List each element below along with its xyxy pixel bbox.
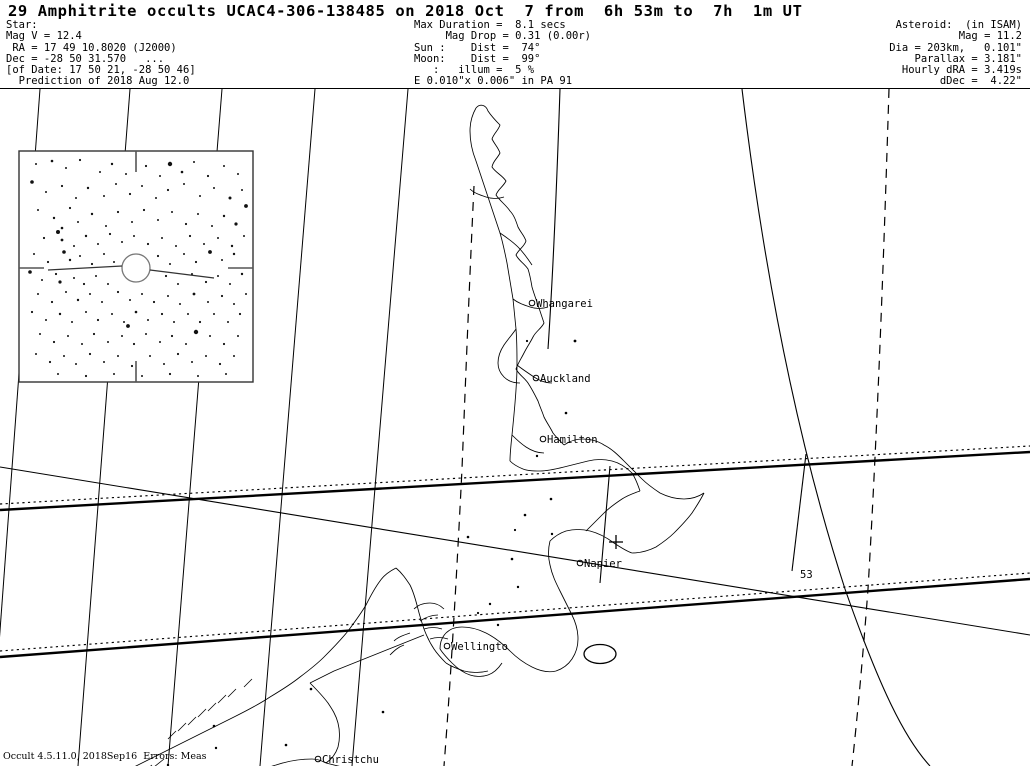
event-info-block: Max Duration = 8.1 secs Mag Drop = 0.31 … <box>414 19 592 88</box>
header: 29 Amphitrite occults UCAC4-306-138485 o… <box>0 0 1030 90</box>
city-label-auckland: Auckland <box>540 373 591 385</box>
city-label-wellington: Wellingto <box>451 641 508 653</box>
asteroid-info-block: Asteroid: (in ISAM) Mag = 11.2 Dia = 203… <box>889 19 1022 88</box>
star-field-inset[interactable] <box>18 150 254 383</box>
city-label-christchurch: Christchu <box>322 754 379 766</box>
city-label-hamilton: Hamilton <box>547 434 598 446</box>
city-label-whangarei: Whangarei <box>536 298 593 310</box>
path-time-label: 53 <box>800 569 813 581</box>
page-title: 29 Amphitrite occults UCAC4-306-138485 o… <box>8 2 803 20</box>
city-label-napier: Napier <box>584 558 622 570</box>
inset-border <box>18 150 254 383</box>
star-info-block: Star: Mag V = 12.4 RA = 17 49 10.8020 (J… <box>6 19 196 88</box>
app-version-footer: Occult 4.5.11.0, 2018Sep16 Errors: Meas <box>3 751 207 762</box>
